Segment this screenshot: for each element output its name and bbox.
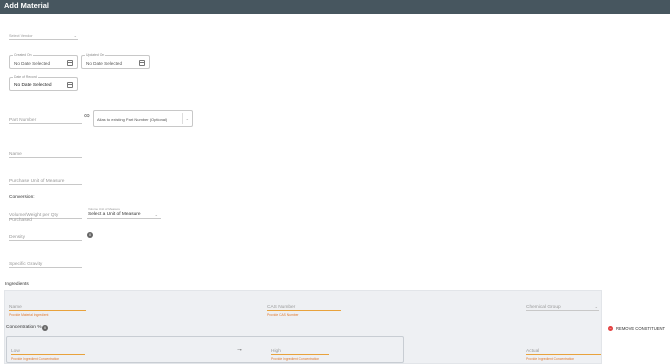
chevron-down-icon: ⌄ xyxy=(154,212,158,217)
high-label: High xyxy=(271,349,281,354)
updated-on-datepicker[interactable]: Updated On No Date Selected xyxy=(81,53,150,69)
alias-part-number-placeholder: Alias to existing Part Number (Optional) xyxy=(97,117,168,122)
actual-input[interactable]: Actual xyxy=(526,346,601,355)
created-on-datepicker[interactable]: Created On No Date Selected xyxy=(9,53,78,69)
density-input[interactable]: Density xyxy=(9,231,82,241)
volume-weight-label: Volume/Weight per Qty Purchased xyxy=(9,213,59,223)
arrow-right-icon: → xyxy=(236,346,243,353)
info-icon[interactable]: i xyxy=(42,325,48,331)
ingredient-name-input[interactable]: Name xyxy=(9,302,86,311)
ingredient-panel: Name Provide Material Ingredient CAS Num… xyxy=(4,290,602,364)
volume-weight-input[interactable]: Volume/Weight per Qty Purchased xyxy=(9,209,82,223)
updated-on-label: Updated On xyxy=(85,53,106,57)
name-label: Name xyxy=(9,152,22,157)
alias-part-number-select[interactable]: Alias to existing Part Number (Optional)… xyxy=(93,110,193,127)
cas-number-label: CAS Number xyxy=(267,305,296,310)
specific-gravity-input[interactable]: Specific Gravity xyxy=(9,258,82,268)
date-of-record-label: Date of Record xyxy=(13,75,38,79)
chevron-down-icon: ⌄ xyxy=(73,33,77,38)
conversion-heading: Conversion: xyxy=(9,195,35,200)
part-number-input[interactable]: Part Number xyxy=(9,114,82,124)
specific-gravity-label: Specific Gravity xyxy=(9,262,43,267)
low-error: Provide Ingredient Concentration xyxy=(11,357,60,361)
volume-uom-value: Select a Unit of Measure xyxy=(88,212,141,217)
select-divider xyxy=(182,113,183,124)
low-label: Low xyxy=(11,349,20,354)
remove-constituent-label: REMOVE CONSTITUENT xyxy=(616,326,666,331)
high-input[interactable]: High xyxy=(271,346,329,355)
concentration-range-box: Low Provide Ingredient Concentration → H… xyxy=(6,336,404,363)
purchase-uom-label: Purchase Unit of Measure xyxy=(9,179,65,184)
updated-on-value: No Date Selected xyxy=(86,61,123,66)
info-icon[interactable]: i xyxy=(87,232,93,238)
volume-uom-select[interactable]: Volume Unit of Measure Select a Unit of … xyxy=(87,207,161,219)
remove-constituent-button[interactable]: − REMOVE CONSTITUENT xyxy=(607,325,667,333)
cas-number-input[interactable]: CAS Number xyxy=(267,302,341,311)
high-error: Provide Ingredient Concentration xyxy=(271,357,320,361)
created-on-label: Created On xyxy=(13,53,33,57)
density-label: Density xyxy=(9,235,25,240)
actual-label: Actual xyxy=(526,349,540,354)
low-input[interactable]: Low xyxy=(11,346,85,355)
app-header: Add Material xyxy=(0,0,670,14)
link-icon: ∞ xyxy=(84,111,90,120)
chevron-down-icon: ⌄ xyxy=(594,304,598,309)
calendar-icon[interactable] xyxy=(67,59,73,66)
date-of-record-datepicker[interactable]: Date of Record No Date Selected xyxy=(9,75,78,91)
ingredient-name-error: Provide Material Ingredient xyxy=(9,313,49,317)
date-of-record-value: No Date Selected xyxy=(14,83,52,88)
volume-uom-label: Volume Unit of Measure xyxy=(88,207,121,211)
cas-number-error: Provide CAS Number xyxy=(267,313,299,317)
chemical-group-label: Chemical Group xyxy=(526,305,561,310)
page-title: Add Material xyxy=(4,1,50,10)
vendor-select[interactable]: Select Vendor ⌄ xyxy=(9,30,78,40)
remove-icon: − xyxy=(608,326,613,331)
vendor-select-label: Select Vendor xyxy=(9,34,33,38)
chevron-down-icon: ⌄ xyxy=(185,116,189,121)
calendar-icon[interactable] xyxy=(67,81,73,88)
created-on-value: No Date Selected xyxy=(14,61,51,66)
purchase-uom-input[interactable]: Purchase Unit of Measure xyxy=(9,175,82,185)
calendar-icon[interactable] xyxy=(139,59,145,66)
part-number-label: Part Number xyxy=(9,118,37,123)
ingredient-name-label: Name xyxy=(9,305,22,310)
ingredients-heading: Ingredients xyxy=(5,282,29,287)
concentration-label: Concentration % xyxy=(6,325,42,330)
actual-error: Provide Ingredient Concentration xyxy=(526,357,575,361)
name-input[interactable]: Name xyxy=(9,148,82,158)
chemical-group-select[interactable]: Chemical Group ⌄ xyxy=(526,302,599,311)
